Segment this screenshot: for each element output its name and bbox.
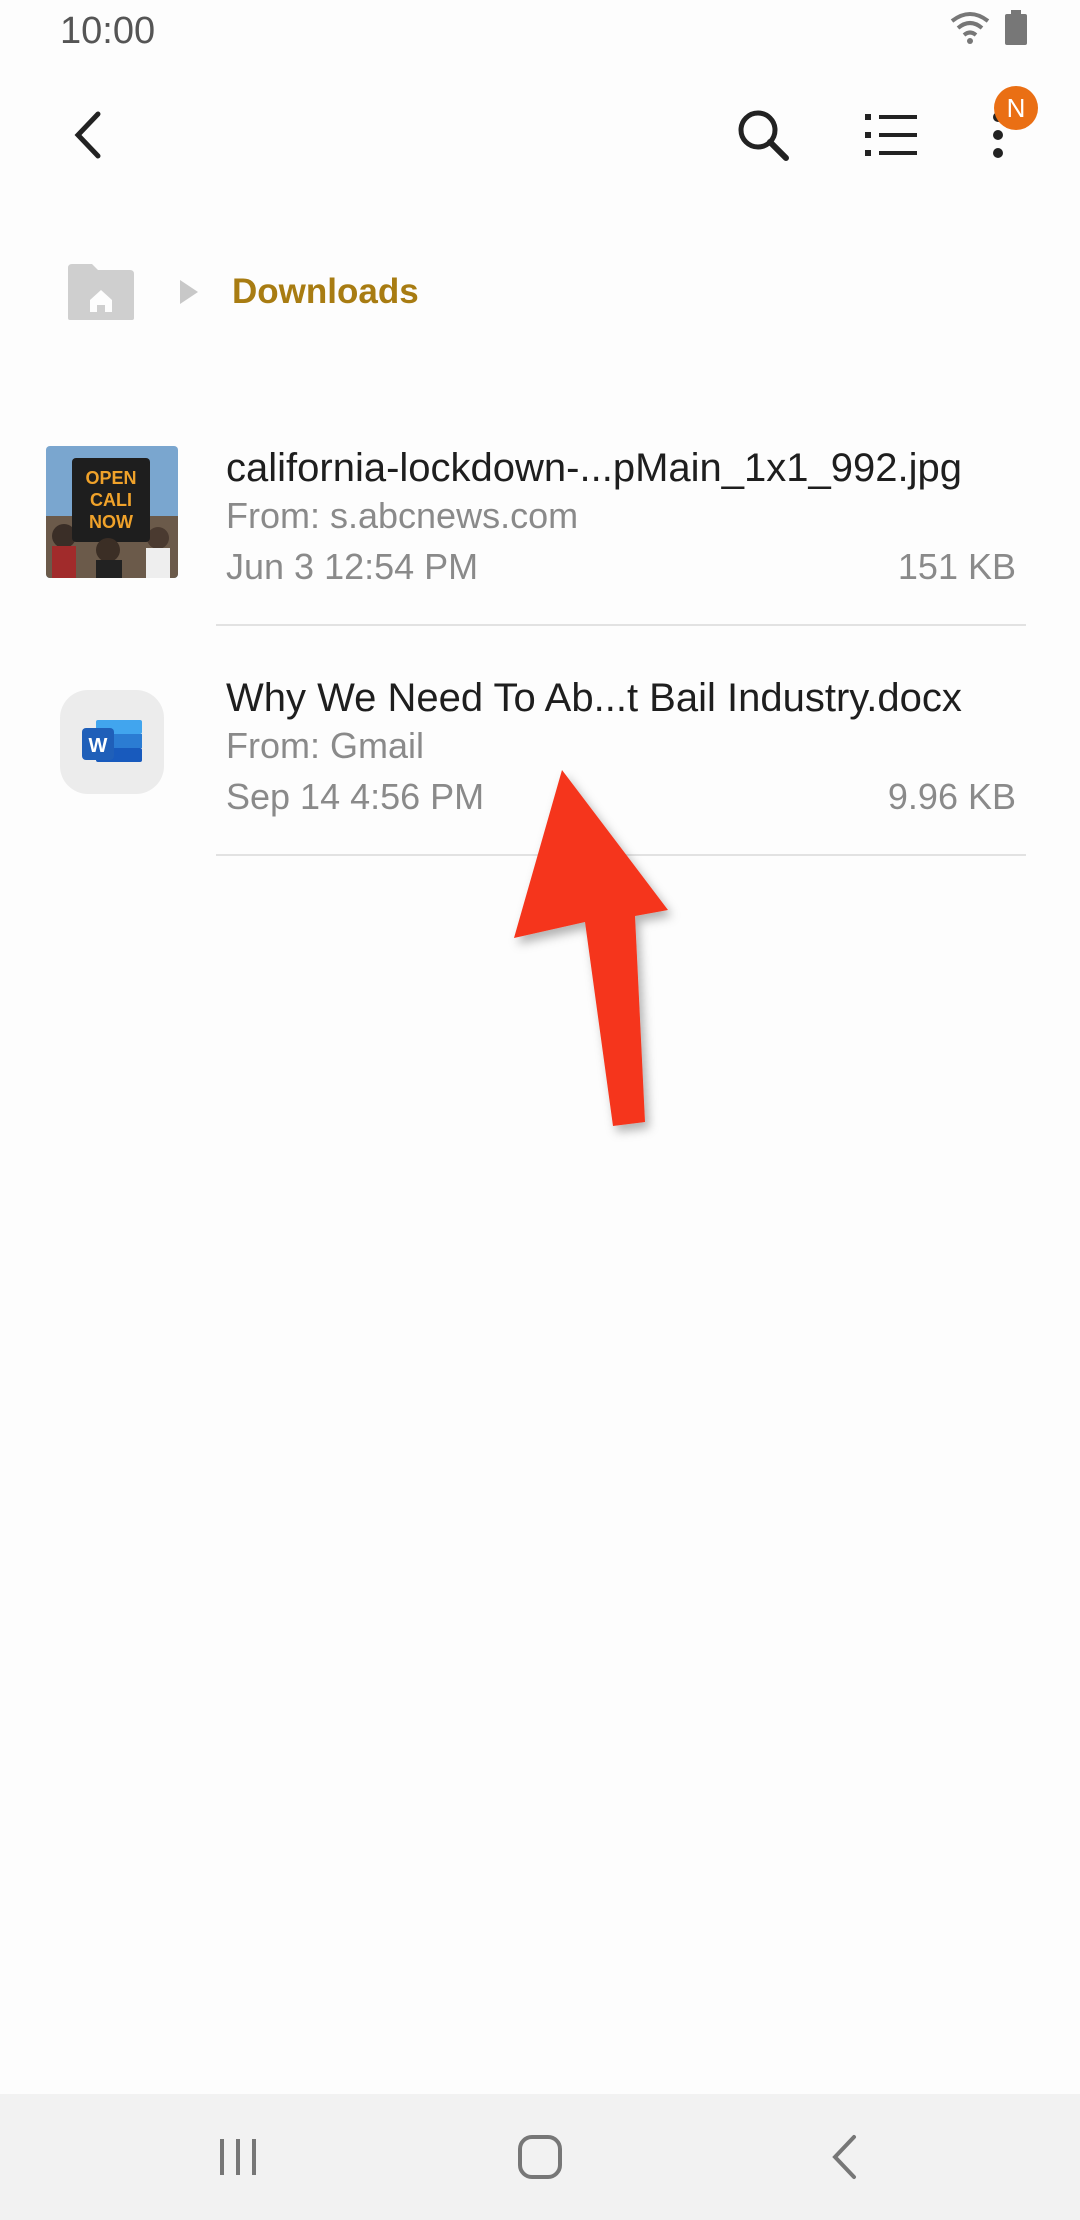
status-time: 10:00 — [60, 10, 156, 52]
sign-text-line-3: NOW — [89, 512, 133, 532]
file-date: Jun 3 12:54 PM — [226, 546, 479, 587]
divider — [216, 624, 1026, 626]
sign-text-line-2: CALI — [90, 490, 132, 510]
sign-text-line-1: OPEN — [85, 468, 136, 488]
chevron-right-icon — [180, 280, 198, 304]
home-nav-icon — [518, 2135, 562, 2179]
image-thumbnail: OPEN CALI NOW — [46, 446, 178, 578]
list-view-icon — [865, 114, 917, 156]
file-size: 151 KB — [897, 546, 1016, 587]
file-name: Why We Need To Ab...t Bail Industry.docx — [226, 676, 962, 720]
file-name: california-lockdown-...pMain_1x1_992.jpg — [226, 446, 962, 490]
file-row-jpg[interactable]: OPEN CALI NOW california-lockdown-...pMa… — [0, 446, 1080, 676]
annotation-arrow-icon — [514, 770, 668, 1126]
search-button[interactable] — [728, 100, 798, 170]
breadcrumb: Downloads — [66, 262, 419, 322]
file-size: 9.96 KB — [887, 776, 1016, 817]
file-source: From: Gmail — [226, 725, 424, 766]
word-doc-icon: W — [60, 690, 164, 794]
breadcrumb-current[interactable]: Downloads — [232, 272, 419, 312]
recent-apps-button[interactable] — [200, 2122, 276, 2192]
list-view-button[interactable] — [856, 100, 926, 170]
wifi-icon — [950, 12, 990, 44]
back-button-nav[interactable] — [806, 2122, 882, 2192]
home-button-nav[interactable] — [502, 2122, 578, 2192]
battery-icon — [1005, 10, 1027, 45]
recent-apps-icon — [220, 2139, 256, 2175]
back-button[interactable] — [52, 100, 122, 170]
home-button[interactable] — [66, 262, 136, 322]
app-bar — [0, 80, 1080, 190]
home-folder-icon — [68, 264, 134, 320]
navigation-bar — [0, 2094, 1080, 2220]
notification-badge: N — [994, 86, 1038, 130]
search-icon — [738, 110, 789, 161]
status-bar: 10:00 — [0, 0, 1080, 64]
word-icon-letter: W — [89, 735, 108, 757]
back-nav-icon — [832, 2135, 856, 2179]
file-date: Sep 14 4:56 PM — [226, 776, 485, 817]
back-arrow-icon — [74, 111, 101, 159]
file-source: From: s.abcnews.com — [226, 495, 579, 536]
status-icons — [950, 10, 1028, 46]
